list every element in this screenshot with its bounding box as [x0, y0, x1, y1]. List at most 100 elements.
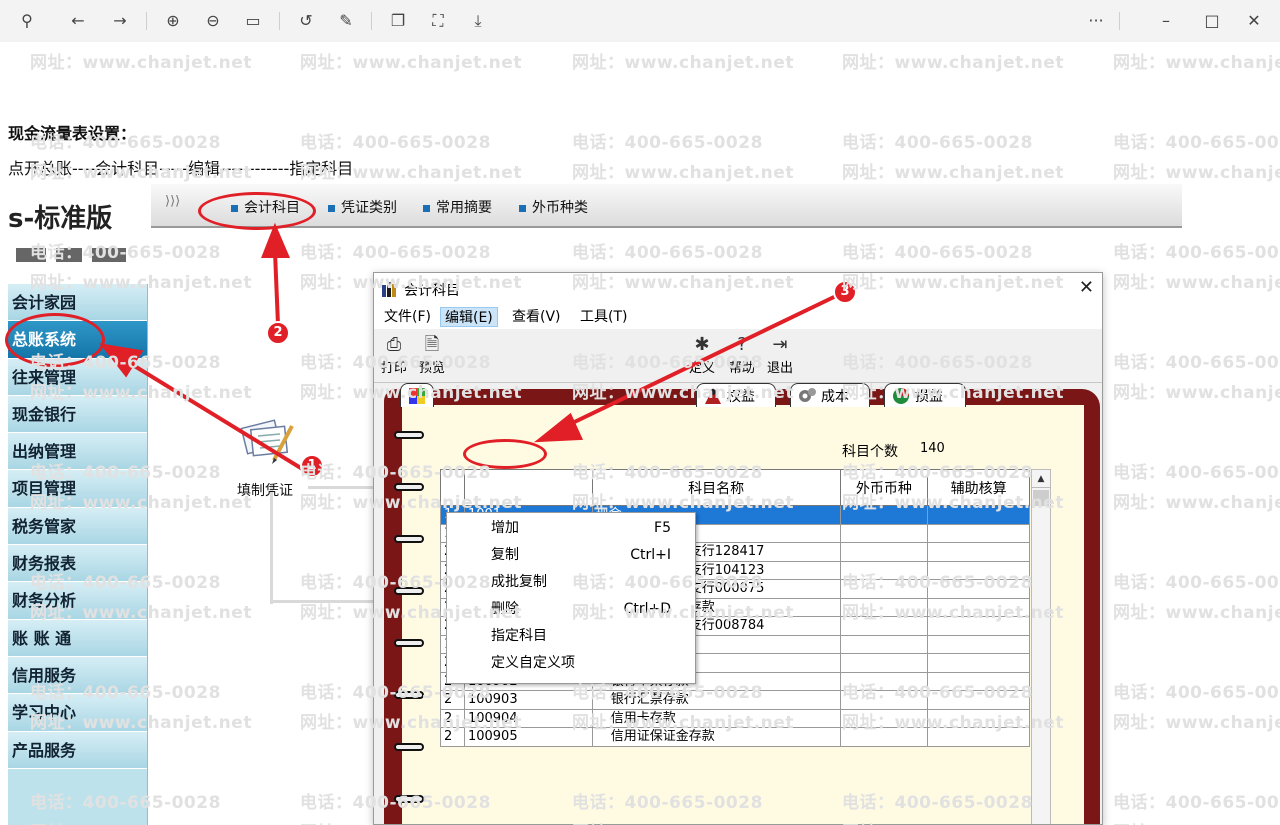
nav-item[interactable]: 产品服务: [8, 731, 147, 769]
toolbar-divider: [146, 12, 147, 30]
subtab-voucher-types[interactable]: 凭证类别: [328, 197, 397, 217]
exit-button[interactable]: ⇥ 退出: [762, 333, 798, 381]
menu-view[interactable]: 查看(V): [508, 307, 565, 327]
tab-assets[interactable]: [400, 383, 434, 407]
tab-label: 成本: [821, 389, 849, 405]
menu-item-custom-fields[interactable]: 定义自定义项: [447, 650, 695, 677]
forward-icon[interactable]: →: [108, 9, 132, 33]
nav-item[interactable]: 财务报表: [8, 545, 147, 583]
back-icon[interactable]: ←: [66, 9, 90, 33]
nav-item[interactable]: 税务管家: [8, 507, 147, 546]
pin-icon[interactable]: ⚲: [15, 9, 39, 33]
binder-ring: [394, 483, 424, 491]
level-cell: 2: [440, 690, 465, 710]
more-icon[interactable]: ···: [1084, 9, 1108, 33]
menu-item-batch-copy[interactable]: 成批复制: [447, 569, 695, 596]
currency-cell: [839, 671, 929, 691]
bullet-icon: [328, 204, 335, 212]
binder-ring: [394, 587, 424, 595]
currency-cell: [839, 560, 929, 580]
define-button[interactable]: ✱ 定义: [684, 333, 720, 381]
menu-item-delete[interactable]: 删除 Ctrl+D: [447, 596, 695, 623]
zoom-in-icon[interactable]: ⊕: [161, 9, 185, 33]
tab-profit-loss[interactable]: 损益: [884, 383, 966, 407]
menu-edit[interactable]: 编辑(E): [440, 307, 498, 327]
tab-cost[interactable]: 成本: [790, 383, 870, 407]
watermark-phone: 电话：400-665-0028: [842, 42, 1033, 43]
level-cell: 2: [440, 708, 465, 728]
nav-item[interactable]: 财务分析: [8, 582, 147, 620]
watermark-phone: 电话：400-665-0028: [572, 42, 763, 43]
fit-icon[interactable]: ▭: [241, 9, 265, 33]
scroll-thumb[interactable]: [1033, 490, 1049, 506]
vertical-scrollbar[interactable]: ▲: [1031, 469, 1051, 824]
menu-item-copy[interactable]: 复制 Ctrl+I: [447, 542, 695, 569]
tab-label: 损益: [915, 389, 943, 405]
bullet-icon: [423, 204, 430, 212]
currency-cell: [839, 690, 929, 710]
toolbar-divider: [1119, 12, 1120, 30]
subtab-common-summary[interactable]: 常用摘要: [423, 197, 492, 217]
nav-item[interactable]: 学习中心: [8, 694, 147, 732]
table-row[interactable]: 2 100905 信用证保证金存款: [440, 727, 1030, 747]
nav-item[interactable]: 往来管理: [8, 358, 147, 396]
col-header-name: 科目名称: [591, 469, 841, 506]
binder-ring: [394, 431, 424, 439]
close-icon[interactable]: ✕: [1079, 277, 1094, 298]
currency-cell: [839, 579, 929, 599]
name-cell: 信用证保证金存款: [591, 727, 841, 747]
maximize-icon[interactable]: □: [1200, 9, 1224, 33]
nav-item[interactable]: 出纳管理: [8, 433, 147, 471]
print-button[interactable]: ⎙ 打印: [376, 333, 412, 381]
define-icon: ✱: [694, 334, 710, 355]
currency-cell: [839, 708, 929, 728]
nav-item[interactable]: 信用服务: [8, 656, 147, 695]
dialog-menubar: 文件(F) 编辑(E) 查看(V) 工具(T): [374, 305, 1102, 329]
preview-button[interactable]: 🗎 预览: [414, 333, 450, 381]
highlight-ellipse-accounts: [198, 192, 316, 230]
copy-icon[interactable]: ❐: [386, 9, 410, 33]
menu-item-label: 删除: [491, 601, 519, 617]
col-header-auxiliary: 辅助核算: [927, 469, 1030, 506]
zoom-out-icon[interactable]: ⊖: [201, 9, 225, 33]
currency-cell: [839, 653, 929, 673]
edit-icon[interactable]: ✎: [334, 9, 358, 33]
nav-item[interactable]: 现金银行: [8, 395, 147, 434]
subtab-label: 外币种类: [532, 200, 588, 216]
dialog-titlebar: 会计科目 ✕: [374, 273, 1102, 305]
fullscreen-icon[interactable]: ⛶: [426, 9, 450, 33]
table-row[interactable]: 2 100904 信用卡存款: [440, 708, 1030, 728]
desktop-item-label[interactable]: 填制凭证: [237, 480, 293, 500]
doc-step-text: 点开总账----会计科目-----编辑------------指定科目: [8, 159, 354, 178]
watermark-phone: 电话：400-665-0028: [572, 133, 763, 153]
dialog-toolbar: ⎙ 打印 🗎 预览 ✱ 定义 ? 帮助 ⇥ 退出: [374, 331, 1102, 383]
download-icon[interactable]: ⤓: [466, 9, 490, 33]
subtab-currency[interactable]: 外币种类: [519, 197, 588, 217]
watermark-site: 网址：www.chanjet.net: [572, 53, 794, 73]
nav-item[interactable]: 项目管理: [8, 470, 147, 508]
minimize-icon[interactable]: –: [1154, 9, 1178, 33]
rotate-icon[interactable]: ↺: [294, 9, 318, 33]
menu-item-label: 定义自定义项: [491, 655, 575, 671]
exit-icon: ⇥: [772, 334, 788, 355]
scroll-up-icon[interactable]: ▲: [1032, 470, 1050, 488]
menu-tools[interactable]: 工具(T): [576, 307, 631, 327]
close-icon[interactable]: ✕: [1242, 9, 1266, 33]
account-count-value: 140: [920, 441, 945, 456]
watermark-phone: 电话：400-665-0028: [30, 42, 221, 43]
highlight-ellipse-general-ledger: [5, 313, 105, 367]
auxiliary-cell: [927, 505, 1030, 525]
menu-file[interactable]: 文件(F): [380, 307, 435, 327]
help-button[interactable]: ? 帮助: [724, 333, 760, 381]
nav-item[interactable]: 账 账 通: [8, 619, 147, 657]
table-row[interactable]: 2 100903 银行汇票存款: [440, 690, 1030, 710]
brand-title: s-标准版: [8, 204, 113, 234]
menu-item-specify-account[interactable]: 指定科目: [447, 623, 695, 650]
embedded-screenshot: s-标准版 会计家园 总账系统 往来管理 现金银行 出纳管理 项目管理 税务管家…: [8, 184, 1182, 825]
expand-chevron-icon[interactable]: ⟩⟩⟩: [165, 194, 180, 209]
col-header: [440, 469, 465, 506]
menu-item-add[interactable]: 增加 F5: [447, 515, 695, 542]
tab-equity[interactable]: 权益: [696, 383, 776, 407]
voucher-icon[interactable]: [238, 414, 296, 466]
auxiliary-cell: [927, 579, 1030, 599]
